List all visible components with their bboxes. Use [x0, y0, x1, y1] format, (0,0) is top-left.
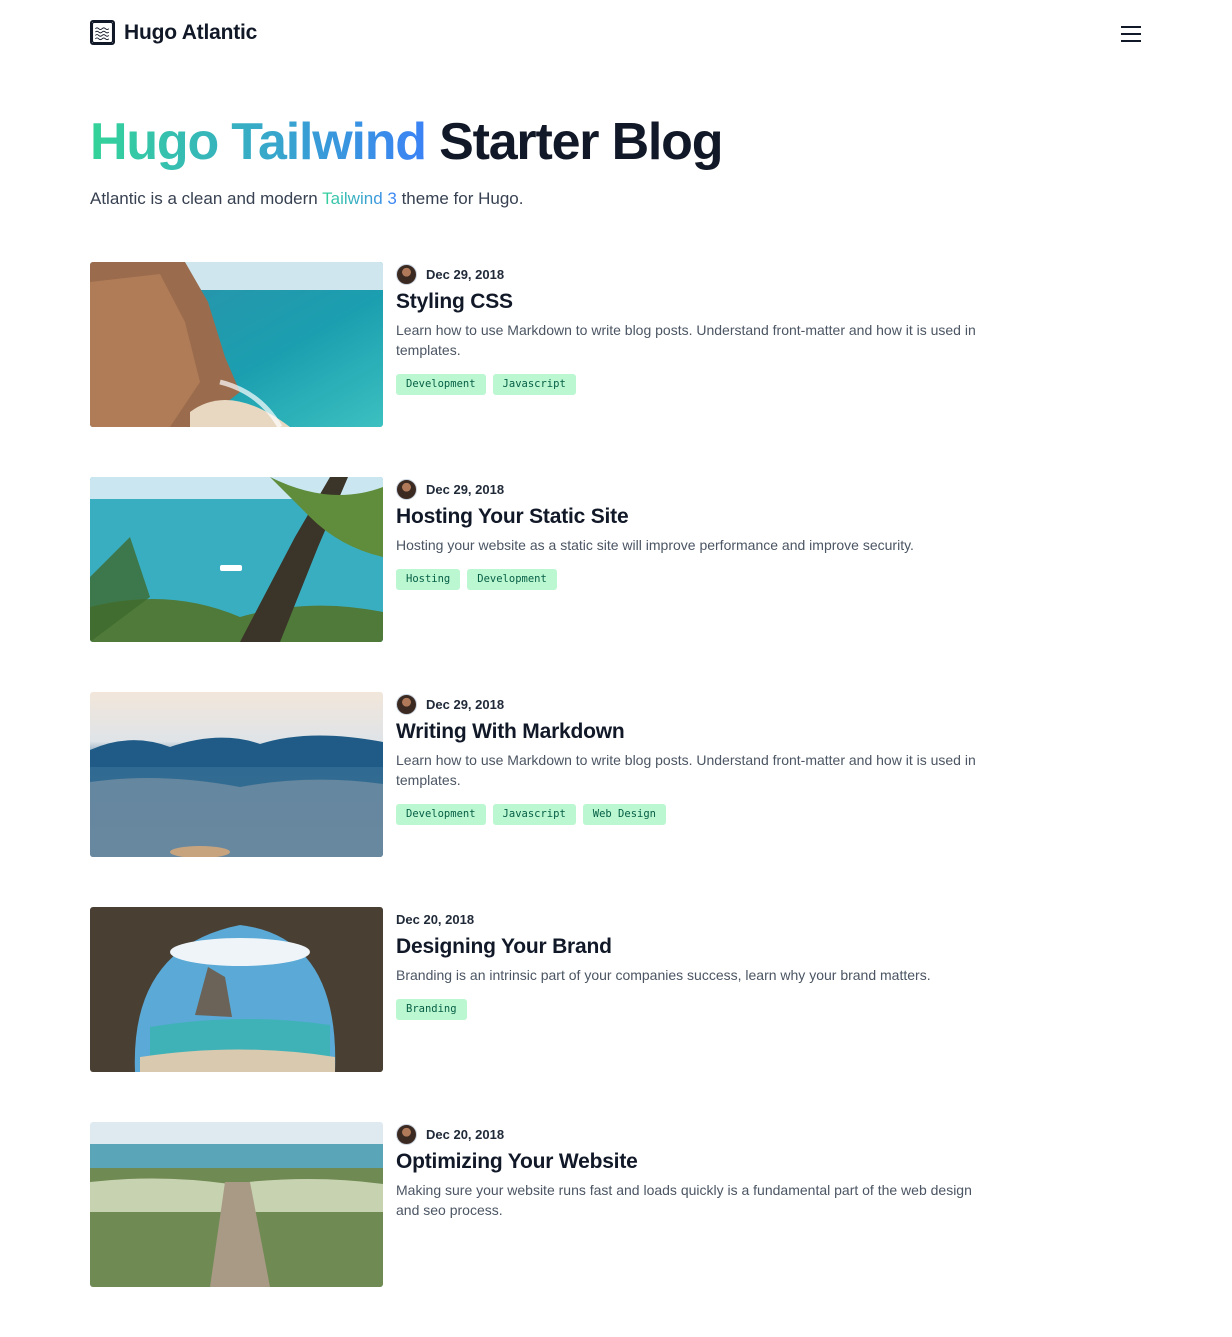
post-body: Dec 29, 2018 Styling CSS Learn how to us…	[396, 262, 986, 395]
post-thumbnail[interactable]	[90, 692, 383, 857]
post-date: Dec 29, 2018	[426, 481, 505, 497]
post-description: Learn how to use Markdown to write blog …	[396, 752, 976, 788]
author-avatar	[396, 693, 417, 715]
post-tags: Branding	[396, 999, 986, 1020]
post-tags: Development Javascript	[396, 374, 986, 395]
hamburger-menu-icon	[1121, 26, 1141, 28]
author-avatar	[396, 478, 417, 500]
waves-icon	[90, 20, 115, 45]
post-title-link[interactable]: Designing Your Brand	[396, 933, 986, 961]
post-thumbnail[interactable]	[90, 1122, 383, 1287]
post-date: Dec 20, 2018	[426, 1126, 505, 1142]
tag-javascript[interactable]: Javascript	[492, 804, 576, 825]
post-body: Dec 20, 2018 Designing Your Brand Brandi…	[396, 907, 986, 1020]
page-title-highlight: Hugo Tailwind	[90, 113, 427, 171]
site-header: Hugo Atlantic	[0, 0, 1232, 70]
page-title: Hugo Tailwind Starter Blog	[90, 110, 1150, 174]
post-card: Dec 29, 2018 Styling CSS Learn how to us…	[90, 262, 1090, 427]
post-card: Dec 29, 2018 Writing With Markdown Learn…	[90, 692, 1090, 857]
hero-section: Hugo Tailwind Starter Blog Atlantic is a…	[90, 110, 1150, 212]
post-description: Branding is an intrinsic part of your co…	[396, 967, 931, 983]
post-date: Dec 29, 2018	[426, 696, 505, 712]
post-tags: Hosting Development	[396, 569, 986, 590]
tag-development[interactable]: Development	[396, 804, 486, 825]
site-brand-link[interactable]: Hugo Atlantic	[90, 20, 257, 45]
post-thumbnail[interactable]	[90, 907, 383, 1072]
post-card: Dec 29, 2018 Hosting Your Static Site Ho…	[90, 477, 1090, 642]
post-meta: Dec 29, 2018	[396, 477, 986, 501]
post-meta: Dec 20, 2018	[396, 1122, 986, 1146]
menu-button[interactable]	[1118, 22, 1144, 46]
post-description: Making sure your website runs fast and l…	[396, 1182, 972, 1218]
author-avatar	[396, 1123, 417, 1145]
post-thumbnail[interactable]	[90, 262, 383, 427]
page-subtitle: Atlantic is a clean and modern Tailwind …	[90, 189, 524, 208]
post-body: Dec 20, 2018 Optimizing Your Website Mak…	[396, 1122, 986, 1220]
post-meta: Dec 29, 2018	[396, 692, 986, 716]
post-tags: Development Javascript Web Design	[396, 804, 986, 825]
post-title-link[interactable]: Optimizing Your Website	[396, 1148, 986, 1176]
post-title-link[interactable]: Styling CSS	[396, 288, 986, 316]
tag-development[interactable]: Development	[396, 374, 486, 395]
author-avatar	[396, 263, 417, 285]
site-name: Hugo Atlantic	[124, 20, 258, 44]
post-date: Dec 20, 2018	[396, 911, 475, 927]
post-thumbnail[interactable]	[90, 477, 383, 642]
post-description: Hosting your website as a static site wi…	[396, 537, 914, 553]
post-card: Dec 20, 2018 Designing Your Brand Brandi…	[90, 907, 1090, 1072]
post-title-link[interactable]: Hosting Your Static Site	[396, 503, 986, 531]
tag-javascript[interactable]: Javascript	[492, 374, 576, 395]
post-date: Dec 29, 2018	[426, 266, 505, 282]
post-card: Dec 20, 2018 Optimizing Your Website Mak…	[90, 1122, 1090, 1287]
tag-development[interactable]: Development	[467, 569, 557, 590]
tag-web-design[interactable]: Web Design	[582, 804, 666, 825]
post-description: Learn how to use Markdown to write blog …	[396, 322, 976, 358]
post-meta: Dec 29, 2018	[396, 262, 986, 286]
post-meta: Dec 20, 2018	[396, 907, 986, 931]
page-title-rest: Starter Blog	[439, 113, 723, 171]
post-list: Dec 29, 2018 Styling CSS Learn how to us…	[90, 262, 1090, 1337]
post-body: Dec 29, 2018 Hosting Your Static Site Ho…	[396, 477, 986, 590]
tailwind-link[interactable]: Tailwind 3	[322, 189, 397, 208]
tag-hosting[interactable]: Hosting	[396, 569, 461, 590]
post-title-link[interactable]: Writing With Markdown	[396, 718, 986, 746]
post-body: Dec 29, 2018 Writing With Markdown Learn…	[396, 692, 986, 825]
tag-branding[interactable]: Branding	[396, 999, 467, 1020]
